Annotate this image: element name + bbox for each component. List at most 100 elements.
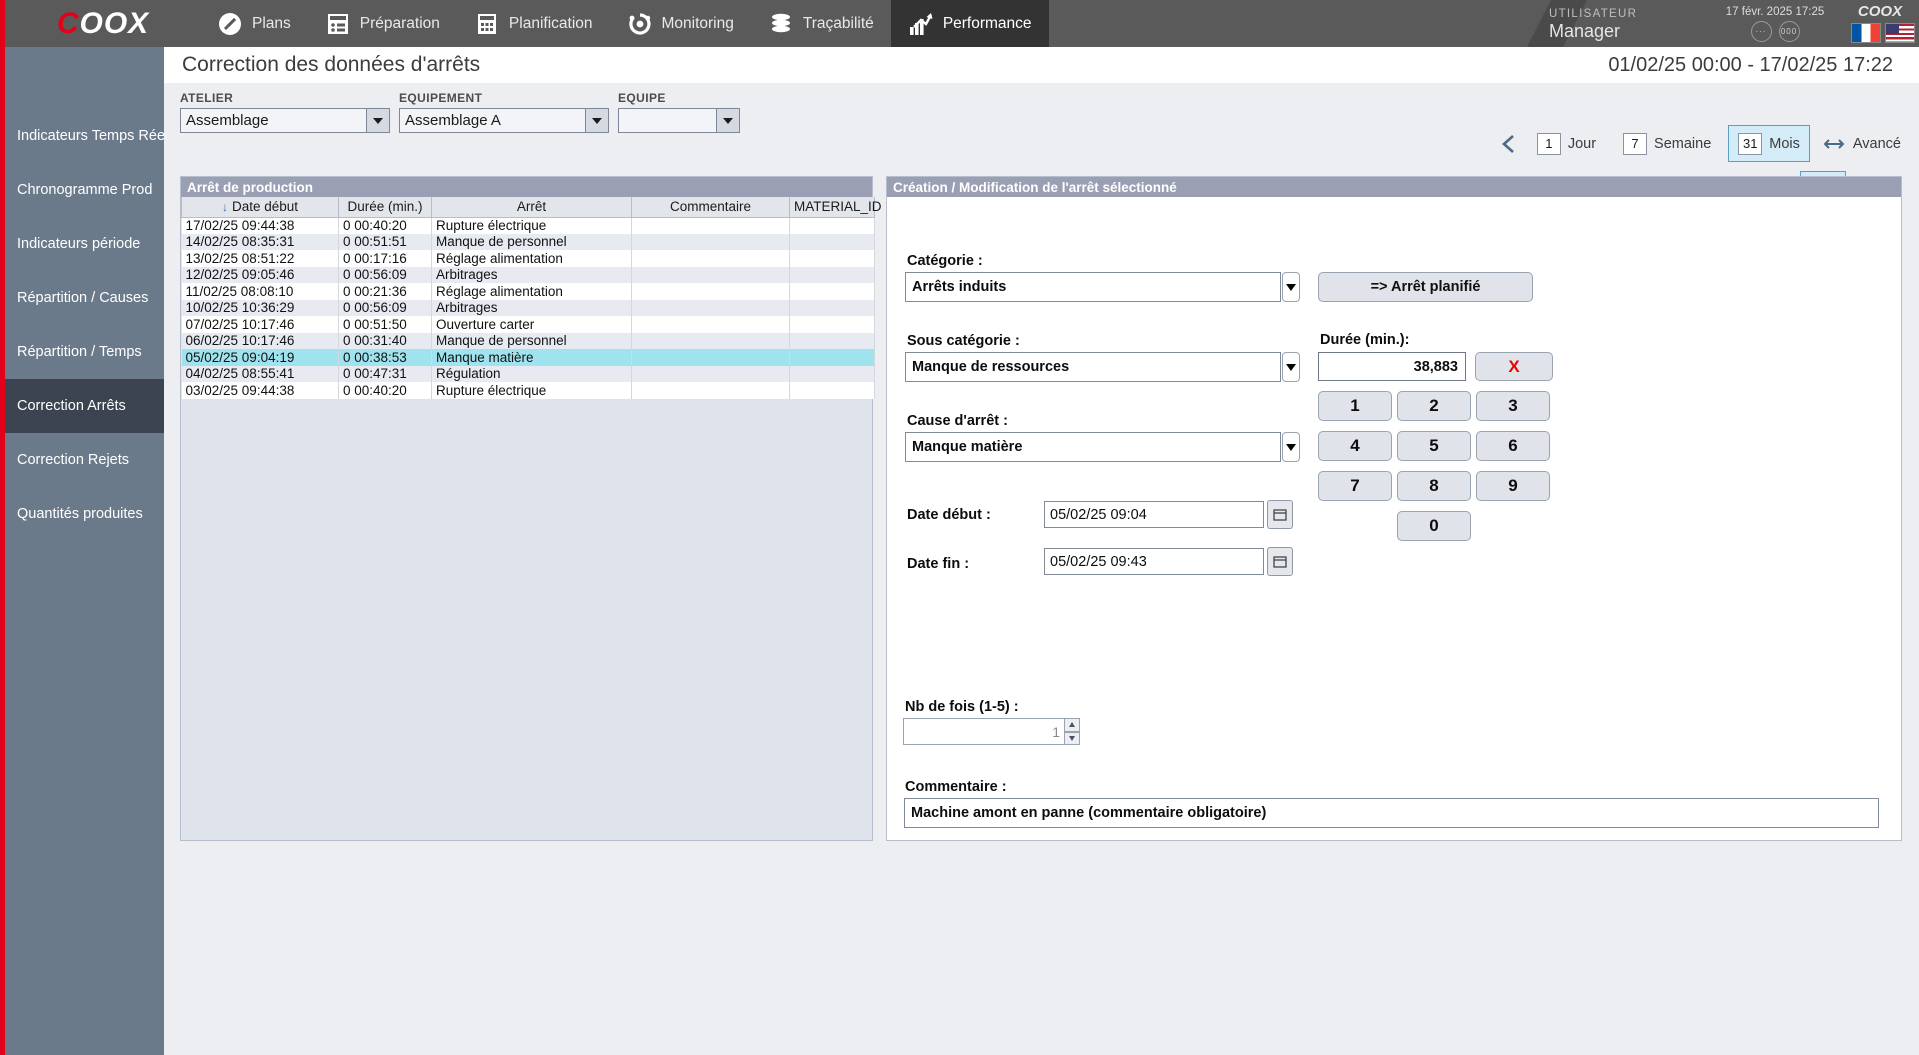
sidebar-item-quantit-s-produites[interactable]: Quantités produites — [5, 487, 164, 541]
filter-equipement-value[interactable]: Assemblage A — [399, 108, 586, 133]
keypad-4[interactable]: 4 — [1318, 431, 1392, 461]
period-mois[interactable]: 31 Mois — [1728, 125, 1810, 162]
coox-logo: COOX — [56, 6, 150, 40]
chevron-down-icon[interactable] — [1282, 432, 1300, 462]
table-row[interactable]: 12/02/25 09:05:46 0 00:56:09 Arbitrages — [181, 266, 875, 283]
edit-form-panel: Création / Modification de l'arrêt sélec… — [886, 176, 1902, 841]
nb-fois-value[interactable]: 1 — [903, 718, 1065, 745]
period-mois-number[interactable]: 31 — [1738, 132, 1763, 155]
period-jour[interactable]: 1 Jour — [1527, 125, 1606, 162]
keypad-0[interactable]: 0 — [1397, 511, 1471, 541]
menu-dots-icon[interactable]: ··· — [1750, 21, 1772, 42]
commentaire-input[interactable]: Machine amont en panne (commentaire obli… — [904, 798, 1879, 828]
chevron-down-icon[interactable] — [1282, 272, 1300, 302]
arret-planifie-button[interactable]: => Arrêt planifié — [1318, 272, 1533, 302]
categorie-combo[interactable]: Arrêts induits — [905, 272, 1300, 302]
cell-date-debut: 11/02/25 08:08:10 — [181, 283, 339, 300]
form-panel-title: Création / Modification de l'arrêt sélec… — [887, 177, 1901, 197]
cell-arret: Manque matière — [431, 349, 632, 366]
sidebar-item-r-partition-causes[interactable]: Répartition / Causes — [5, 271, 164, 325]
col-duree[interactable]: Durée (min.) — [338, 197, 432, 218]
col-material-id[interactable]: MATERIAL_ID — [789, 197, 882, 218]
table-row[interactable]: 11/02/25 08:08:10 0 00:21:36 Réglage alime… — [181, 283, 875, 300]
calendar-picker-icon[interactable] — [1267, 500, 1293, 529]
chevron-down-icon[interactable] — [367, 108, 390, 133]
filter-atelier-combo[interactable]: Assemblage — [180, 108, 390, 133]
nav-item-label: Préparation — [359, 14, 440, 32]
nav-item-monitoring[interactable]: Monitoring — [610, 0, 751, 47]
sidebar-item-indicateurs-temps-r-el[interactable]: Indicateurs Temps Réel — [5, 109, 168, 163]
sidebar-item-correction-arr-ts[interactable]: Correction Arrêts — [5, 379, 164, 433]
sous-categorie-value[interactable]: Manque de ressources — [905, 352, 1281, 382]
cell-arret: Arbitrages — [431, 299, 632, 316]
keypad-3[interactable]: 3 — [1476, 391, 1550, 421]
table-row[interactable]: 17/02/25 09:44:38 0 00:40:20 Rupture élect… — [181, 217, 875, 234]
sidebar-item-label: Répartition / Temps — [17, 344, 142, 360]
period-mois-label: Mois — [1769, 135, 1800, 152]
cause-arret-combo[interactable]: Manque matière — [905, 432, 1300, 462]
period-jour-number[interactable]: 1 — [1536, 132, 1561, 155]
sidebar-item-r-partition-temps[interactable]: Répartition / Temps — [5, 325, 164, 379]
calendar-picker-icon[interactable] — [1267, 547, 1293, 576]
arrets-table-panel: Arrêt de production ↓ Date début Durée (m… — [180, 176, 882, 841]
chevron-down-icon[interactable] — [586, 108, 609, 133]
table-row[interactable]: 04/02/25 08:55:41 0 00:47:31 Régulation — [181, 365, 875, 382]
sous-categorie-combo[interactable]: Manque de ressources — [905, 352, 1300, 382]
cell-arret: Rupture électrique — [431, 217, 632, 234]
nav-item-performance[interactable]: Performance — [890, 0, 1049, 47]
chevron-down-icon[interactable] — [717, 108, 740, 133]
date-fin-input[interactable]: 05/02/25 09:43 — [1044, 548, 1264, 575]
duree-input[interactable]: 38,883 — [1318, 352, 1466, 381]
keypad-5[interactable]: 5 — [1397, 431, 1471, 461]
cell-duree: 0 00:40:20 — [338, 217, 432, 234]
categorie-value[interactable]: Arrêts induits — [905, 272, 1281, 302]
france-flag-icon[interactable] — [1851, 23, 1881, 43]
period-semaine-number[interactable]: 7 — [1623, 132, 1648, 155]
filter-atelier: ATELIER Assemblage — [180, 91, 390, 133]
sidebar-item-chronogramme-prod[interactable]: Chronogramme Prod — [5, 163, 164, 217]
advanced-button[interactable]: Avancé — [1823, 136, 1901, 152]
clear-duree-button[interactable]: X — [1475, 352, 1553, 381]
col-commentaire[interactable]: Commentaire — [631, 197, 790, 218]
date-debut-input[interactable]: 05/02/25 09:04 — [1044, 501, 1264, 528]
stepper-down-icon[interactable] — [1065, 731, 1080, 745]
filter-equipe-combo[interactable] — [618, 108, 740, 133]
chevron-down-icon[interactable] — [1282, 352, 1300, 382]
keypad-1[interactable]: 1 — [1318, 391, 1392, 421]
nav-item-plans[interactable]: Plans — [200, 0, 308, 47]
period-semaine[interactable]: 7 Semaine — [1613, 125, 1721, 162]
table-row[interactable]: 06/02/25 10:17:46 0 00:31:40 Manque de per… — [181, 332, 875, 349]
cause-arret-value[interactable]: Manque matière — [905, 432, 1281, 462]
table-row[interactable]: 14/02/25 08:35:31 0 00:51:51 Manque de per… — [181, 233, 875, 250]
keypad-9[interactable]: 9 — [1476, 471, 1550, 501]
table-row[interactable]: 03/02/25 09:44:38 0 00:40:20 Rupture élect… — [181, 382, 875, 399]
stepper-up-icon[interactable] — [1065, 718, 1080, 732]
filter-equipement-combo[interactable]: Assemblage A — [399, 108, 609, 133]
filter-equipe-value[interactable] — [618, 108, 717, 133]
usa-flag-icon[interactable] — [1885, 23, 1915, 43]
table-row[interactable]: 13/02/25 08:51:22 0 00:17:16 Réglage alime… — [181, 250, 875, 267]
cell-date-debut: 03/02/25 09:44:38 — [181, 382, 339, 399]
table-row[interactable]: 07/02/25 10:17:46 0 00:51:50 Ouverture car… — [181, 316, 875, 333]
table-row[interactable]: 10/02/25 10:36:29 0 00:56:09 Arbitrages — [181, 299, 875, 316]
cell-duree: 0 00:31:40 — [338, 332, 432, 349]
cell-commentaire — [631, 316, 790, 333]
keypad-2[interactable]: 2 — [1397, 391, 1471, 421]
col-arret[interactable]: Arrêt — [431, 197, 632, 218]
table-row[interactable]: 05/02/25 09:04:19 0 00:38:53 Manque matièr… — [181, 349, 875, 366]
chevron-left-icon[interactable] — [1498, 131, 1520, 157]
application-window: COOX Plans Préparation Planification Monito… — [0, 0, 1919, 1055]
nb-fois-stepper[interactable]: 1 — [903, 718, 1080, 745]
nav-item-pr-paration[interactable]: Préparation — [308, 0, 457, 47]
nav-item-tra-abilit-[interactable]: Traçabilité — [751, 0, 891, 47]
keypad-8[interactable]: 8 — [1397, 471, 1471, 501]
nav-item-planification[interactable]: Planification — [457, 0, 610, 47]
sidebar-item-correction-rejets[interactable]: Correction Rejets — [5, 433, 164, 487]
col-date-debut[interactable]: ↓ Date début — [181, 197, 339, 218]
keypad-7[interactable]: 7 — [1318, 471, 1392, 501]
calendar-icon — [474, 11, 500, 37]
zeros-dots-icon[interactable]: 000 — [1778, 21, 1800, 42]
filter-atelier-value[interactable]: Assemblage — [180, 108, 367, 133]
sidebar-item-indicateurs-p-riode[interactable]: Indicateurs période — [5, 217, 164, 271]
keypad-6[interactable]: 6 — [1476, 431, 1550, 461]
